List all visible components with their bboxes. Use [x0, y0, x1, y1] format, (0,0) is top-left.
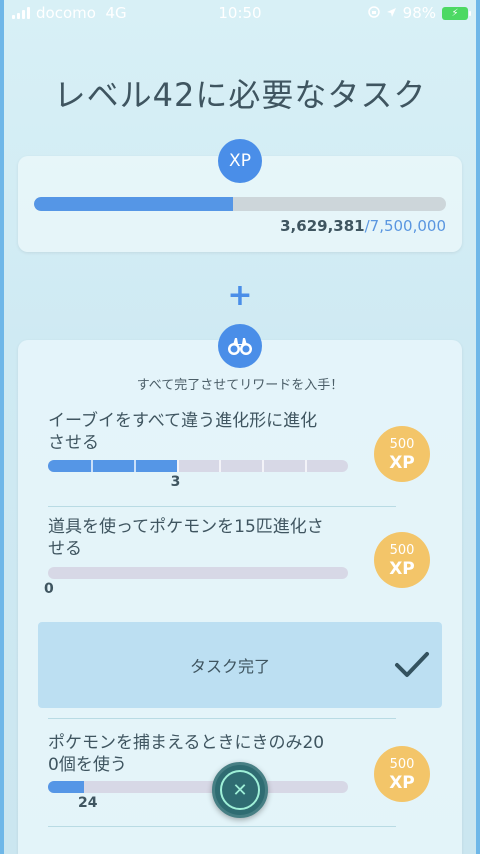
reward-amount: 500 — [389, 437, 415, 452]
check-icon — [382, 651, 442, 679]
task-progress-bar — [48, 460, 348, 472]
task-label-line2: 0個を使う — [48, 755, 127, 775]
close-icon: ✕ — [220, 770, 260, 810]
task-complete-row[interactable]: タスク完了 — [38, 622, 442, 708]
divider — [48, 506, 396, 507]
task-evolve-eevee: イーブイをすべて違う進化形に進化 させる — [48, 410, 348, 454]
reward-amount: 500 — [389, 757, 415, 772]
task-complete-label: タスク完了 — [189, 657, 270, 676]
reward-unit: XP — [389, 559, 415, 579]
reward-unit: XP — [389, 773, 415, 793]
reward-amount: 500 — [389, 543, 415, 558]
frame-right-edge — [476, 0, 480, 854]
signal-icon — [12, 7, 30, 19]
plus-icon: + — [227, 278, 253, 313]
progress-segment-divider — [90, 460, 93, 472]
task-progress-bar — [48, 781, 348, 793]
xp-icon: XP — [218, 139, 262, 183]
carrier-label: docomo 4G — [36, 4, 127, 22]
task-progress-fill — [48, 460, 177, 472]
reward-unit: XP — [389, 453, 415, 473]
xp-reward-badge: 500 XP — [374, 532, 430, 588]
task-label-line2: させる — [48, 433, 99, 453]
binoculars-icon — [218, 324, 262, 368]
task-label-line1: ポケモンを捕まえるときにきのみ20 — [48, 733, 325, 753]
task-label-line2: せる — [48, 539, 82, 559]
task-progress-fill — [48, 781, 84, 793]
progress-segment-divider — [219, 460, 222, 472]
task-progress-count: 3 — [170, 474, 181, 490]
divider — [48, 826, 396, 827]
rewards-caption: すべて完了させてリワードを入手！ — [136, 378, 344, 393]
task-label-line1: 道具を使ってポケモンを15匹進化さ — [48, 517, 324, 537]
xp-max: 7,500,000 — [369, 217, 446, 235]
xp-progress-bar — [34, 197, 446, 211]
page-title: レベル42に必要なタスク — [53, 76, 427, 114]
xp-current: 3,629,381 — [280, 217, 365, 235]
divider — [48, 718, 396, 719]
xp-values: 3,629,381/7,500,000 — [280, 217, 446, 235]
battery-percent: 98% — [402, 4, 436, 22]
frame-left-edge — [0, 0, 4, 854]
task-use-berries: ポケモンを捕まえるときにきのみ20 0個を使う — [48, 732, 348, 776]
progress-segment-divider — [176, 460, 179, 472]
xp-progress-fill — [34, 197, 234, 211]
task-label-line1: イーブイをすべて違う進化形に進化 — [48, 411, 318, 431]
close-button[interactable]: ✕ — [212, 762, 268, 818]
orientation-lock-icon — [367, 4, 380, 22]
progress-segment-divider — [262, 460, 265, 472]
xp-reward-badge: 500 XP — [374, 426, 430, 482]
task-progress-count: 24 — [78, 795, 98, 811]
status-bar: docomo 4G 10:50 98% ⚡ — [0, 0, 480, 26]
xp-reward-badge: 500 XP — [374, 746, 430, 802]
task-progress-bar — [48, 567, 348, 579]
progress-segment-divider — [305, 460, 308, 472]
task-evolve-with-items: 道具を使ってポケモンを15匹進化さ せる — [48, 516, 348, 560]
battery-icon: ⚡ — [442, 6, 471, 20]
task-progress-count: 0 — [44, 581, 54, 597]
location-icon — [386, 4, 397, 22]
progress-segment-divider — [133, 460, 136, 472]
